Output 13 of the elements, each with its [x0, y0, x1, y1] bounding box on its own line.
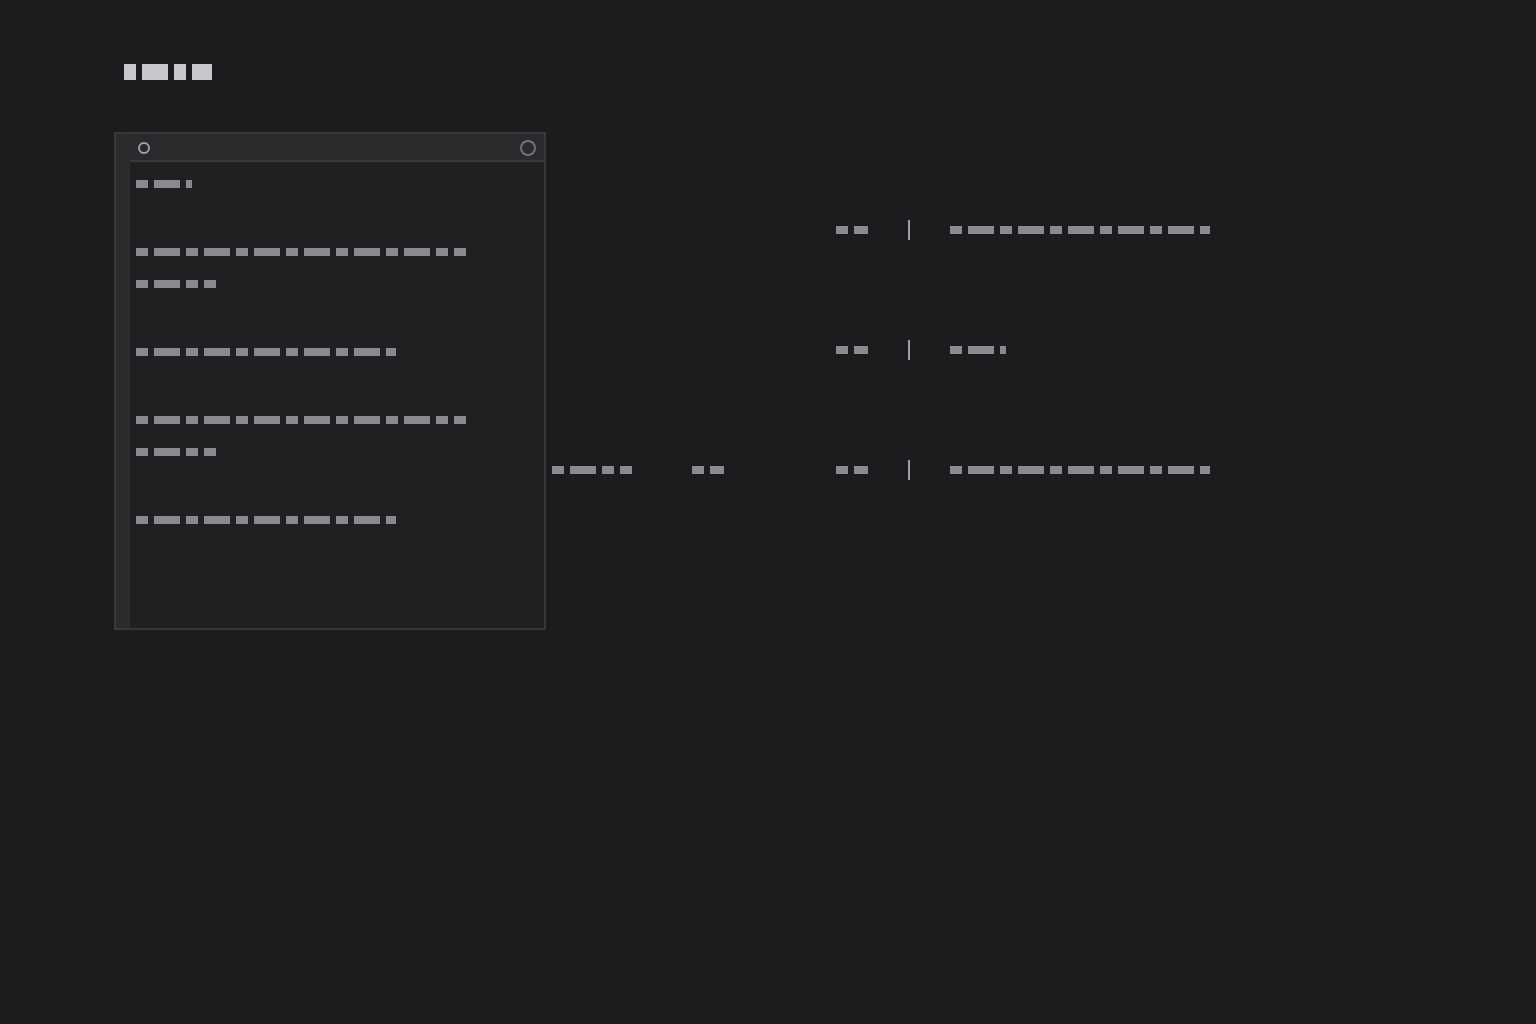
title-scribble-drawing: [124, 62, 212, 82]
scribble-drawing: [136, 178, 192, 190]
scribble-drawing: [692, 464, 724, 476]
scribble-drawing: [836, 464, 868, 476]
scribble-drawing: [136, 446, 216, 458]
bracket-mark: [908, 340, 910, 360]
scribble-drawing: [836, 224, 868, 236]
bracket-mark: [908, 220, 910, 240]
scribble-drawing: [136, 278, 216, 290]
scribble-drawing: [836, 344, 868, 356]
bracket-mark: [908, 460, 910, 480]
scribble-drawing: [950, 344, 1006, 356]
scribble-drawing: [552, 464, 632, 476]
